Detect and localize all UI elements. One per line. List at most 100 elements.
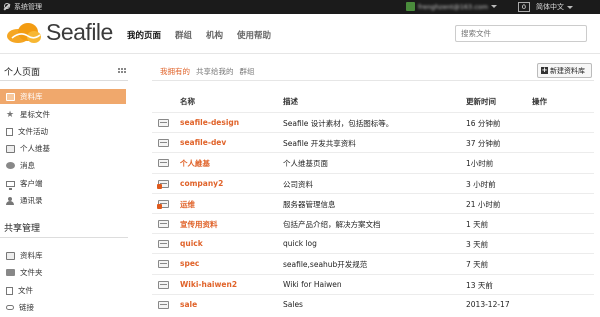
top-bar: 系统管理 frenghzent@163.com 0 简体中文 — [0, 0, 600, 14]
table-row[interactable]: sale Sales 2013-12-17 — [152, 293, 594, 314]
library-updated-time: 2013-12-17 — [466, 299, 510, 309]
library-name-link[interactable]: seafile-dev — [180, 138, 226, 147]
sidebar-item-clients[interactable]: 客户端 — [0, 176, 126, 191]
seafile-logo-icon — [7, 22, 41, 43]
tab-groups[interactable]: 群组 — [240, 66, 255, 77]
notification-count[interactable]: 0 — [518, 2, 530, 12]
folder-icon — [6, 269, 15, 276]
file-activity-icon — [6, 127, 13, 136]
encrypted-library-icon — [157, 179, 169, 189]
tab-shared[interactable]: 共享给我的 — [196, 66, 234, 77]
library-name-link[interactable]: quick — [180, 239, 203, 248]
library-name-link[interactable]: 宣传用资料 — [180, 219, 218, 230]
nav-groups[interactable]: 群组 — [175, 29, 192, 41]
library-icon — [158, 260, 169, 269]
logo-text: Seafile — [46, 19, 113, 45]
library-name-link[interactable]: 运维 — [180, 199, 195, 210]
sidebar-item-libraries[interactable]: 资料库 — [0, 89, 126, 104]
library-description: seafile,seahub开发规范 — [283, 260, 368, 270]
search-input[interactable] — [455, 25, 587, 42]
library-name-link[interactable]: Wiki-haiwen2 — [180, 280, 237, 289]
wrench-icon — [3, 3, 11, 11]
system-admin-link[interactable]: 系统管理 — [3, 2, 42, 12]
sidebar-item-shared-folders[interactable]: 文件夹 — [0, 265, 126, 280]
sidebar-item-starred[interactable]: ★ 星标文件 — [0, 107, 126, 122]
sidebar-item-label: 个人维基 — [20, 144, 50, 153]
main-nav: 我的页面 群组 机构 使用帮助 — [127, 29, 271, 41]
plus-icon: + — [541, 66, 548, 74]
link-icon — [6, 305, 14, 310]
table-row[interactable]: spec seafile,seahub开发规范 7 天前 — [152, 253, 594, 273]
table-row[interactable]: 个人維基 个人维基页面 1小时前 — [152, 152, 594, 172]
column-header-updated: 更新时间 — [466, 97, 496, 106]
library-icon — [6, 251, 15, 260]
library-name-link[interactable]: company2 — [180, 179, 223, 188]
library-updated-time: 1 天前 — [466, 220, 489, 229]
library-name-link[interactable]: 个人維基 — [180, 158, 210, 169]
library-description: 服务器管理信息 — [283, 199, 336, 209]
nav-help[interactable]: 使用帮助 — [237, 29, 271, 41]
library-updated-time: 21 小时前 — [466, 199, 501, 209]
encrypted-library-icon — [157, 199, 169, 209]
avatar — [406, 2, 415, 11]
library-description: Sales — [283, 299, 303, 309]
library-updated-time: 16 分钟前 — [466, 119, 501, 128]
chevron-down-icon — [491, 5, 498, 8]
language-select[interactable]: 简体中文 — [536, 2, 573, 12]
library-description: Seafile 开发共享资料 — [283, 139, 356, 149]
sidebar-item-label: 通讯录 — [20, 196, 43, 205]
sidebar-item-label: 客户端 — [20, 179, 43, 188]
library-description: 包括产品介绍，解决方案文档 — [283, 220, 381, 229]
library-name-link[interactable]: spec — [180, 259, 199, 268]
table-row[interactable]: quick quick log 3 天前 — [152, 233, 594, 253]
sidebar-item-shared-libraries[interactable]: 资料库 — [0, 248, 126, 263]
tab-mine[interactable]: 我拥有的 — [160, 66, 190, 77]
nav-my-page[interactable]: 我的页面 — [127, 29, 161, 41]
library-tabs: 我拥有的 共享给我的 群组 — [160, 66, 255, 77]
client-icon — [6, 180, 15, 190]
sidebar-item-wiki[interactable]: 个人维基 — [0, 141, 126, 156]
library-updated-time: 3 天前 — [466, 240, 489, 250]
column-header-actions: 操作 — [532, 97, 547, 106]
logo[interactable]: Seafile — [6, 19, 113, 46]
grid-icon[interactable] — [118, 68, 126, 74]
table-row[interactable]: Wiki-haiwen2 Wiki for Haiwen 13 天前 — [152, 273, 594, 294]
library-icon — [158, 240, 169, 249]
user-email: frenghzent@163.com — [418, 2, 489, 11]
library-description: 公司资料 — [283, 179, 313, 189]
table-row[interactable]: seafile-dev Seafile 开发共享资料 37 分钟前 — [152, 132, 594, 152]
sidebar-item-messages[interactable]: 消息 — [0, 158, 126, 173]
sidebar-item-shared-files[interactable]: 文件 — [0, 283, 126, 298]
sidebar-personal-title: 个人页面 — [4, 68, 41, 78]
sidebar-item-contacts[interactable]: 通讯录 — [0, 193, 126, 208]
library-icon — [158, 139, 169, 148]
divider — [152, 80, 594, 81]
library-icon — [158, 119, 169, 127]
column-header-description: 描述 — [283, 97, 298, 106]
star-icon: ★ — [6, 109, 15, 120]
library-icon — [6, 92, 15, 101]
new-library-button[interactable]: + 新建资料库 — [537, 63, 592, 78]
library-updated-time: 7 天前 — [466, 260, 489, 270]
library-description: Wiki for Haiwen — [283, 279, 342, 289]
library-updated-time: 13 天前 — [466, 280, 493, 290]
library-updated-time: 1小时前 — [466, 159, 494, 169]
user-menu[interactable]: frenghzent@163.com — [406, 2, 498, 11]
table-row[interactable]: company2 公司资料 3 小时前 — [152, 172, 594, 193]
table-row[interactable]: 宣传用资料 包括产品介绍，解决方案文档 1 天前 — [152, 213, 594, 233]
table-row[interactable]: 运维 服务器管理信息 21 小时前 — [152, 192, 594, 213]
nav-organizations[interactable]: 机构 — [206, 29, 223, 41]
column-header-name: 名称 — [180, 97, 195, 106]
library-name-link[interactable]: seafile-design — [180, 118, 239, 127]
table-row[interactable]: seafile-design Seafile 设计素材，包括图标等。 16 分钟前 — [152, 112, 594, 132]
sidebar-item-label: 资料库 — [20, 92, 43, 101]
sidebar-item-shared-links[interactable]: 链接 — [0, 300, 126, 315]
sidebar-item-label: 链接 — [19, 303, 34, 312]
library-icon — [158, 280, 169, 289]
contacts-icon — [6, 196, 15, 205]
sidebar-share-title: 共享管理 — [4, 224, 41, 234]
file-icon — [6, 286, 13, 295]
sidebar-item-activities[interactable]: 文件活动 — [0, 124, 126, 139]
library-description: 个人维基页面 — [283, 159, 328, 169]
library-name-link[interactable]: sale — [180, 300, 197, 309]
